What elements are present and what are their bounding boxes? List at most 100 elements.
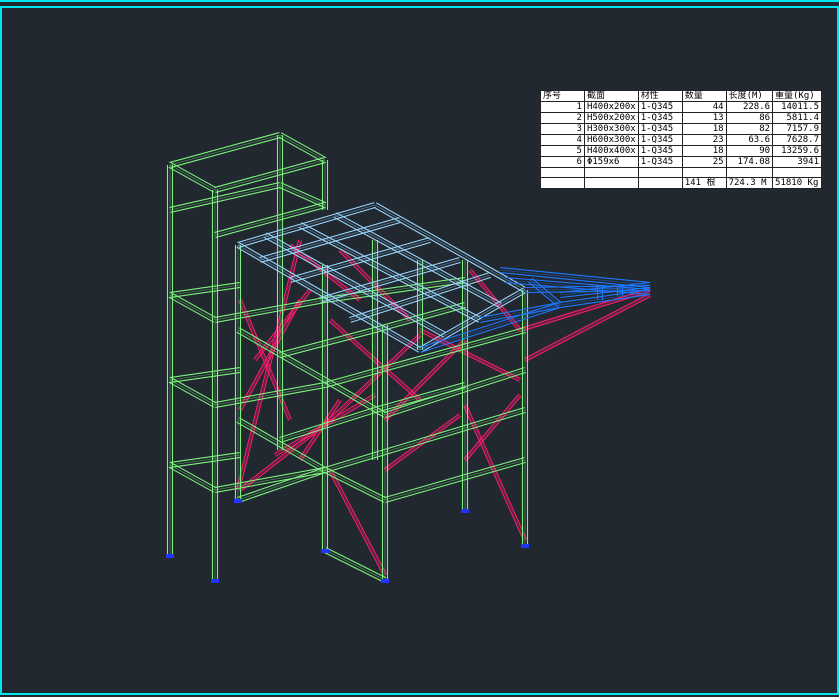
roof-beam-member[interactable]	[259, 219, 401, 261]
brace-member[interactable]	[384, 414, 461, 471]
bom-cell-length: 90	[725, 145, 774, 157]
floor-beam-member[interactable]	[237, 469, 326, 501]
bom-cell-material: 1-Q345	[637, 156, 683, 168]
floor-beam-member[interactable]	[170, 286, 241, 299]
floor-beam-member[interactable]	[214, 381, 325, 404]
bom-cell-section: H400x400x	[583, 145, 639, 157]
floor-beam-member[interactable]	[278, 136, 325, 163]
brace-member[interactable]	[238, 240, 302, 491]
cad-model-viewport[interactable]: 序号 截面 材性 数量 长度(M) 重量(Kg) 1 H400x200x 1-Q…	[0, 0, 839, 697]
bom-row: 3 H300x300x 1-Q345 18 82 7157.9	[540, 123, 822, 135]
floor-beam-member[interactable]	[170, 186, 281, 213]
bom-blank-row	[540, 167, 822, 178]
bom-row: 1 H400x200x 1-Q345 44 228.6 14011.5	[540, 101, 822, 113]
bom-header-weight: 重量(Kg)	[772, 90, 822, 102]
floor-beam-member[interactable]	[169, 366, 240, 379]
floor-beam-member[interactable]	[385, 461, 526, 503]
floor-beam-member[interactable]	[169, 164, 216, 191]
floor-beam-member[interactable]	[279, 184, 326, 206]
bom-blank-cell	[637, 177, 683, 189]
floor-beam-member[interactable]	[169, 454, 241, 466]
floor-beam-member[interactable]	[214, 384, 326, 406]
floor-beam-member[interactable]	[215, 386, 326, 409]
brace-member[interactable]	[300, 400, 342, 462]
floor-beam-member[interactable]	[170, 292, 217, 319]
floor-beam-member[interactable]	[214, 159, 326, 191]
cantilever-beam-member[interactable]	[559, 291, 651, 306]
roof-beam-member[interactable]	[238, 206, 376, 248]
brace-member[interactable]	[328, 470, 385, 576]
floor-beam-member[interactable]	[170, 371, 241, 384]
brace-member[interactable]	[524, 294, 651, 361]
brace-member[interactable]	[240, 300, 302, 411]
floor-beam-member[interactable]	[169, 132, 280, 164]
floor-beam-member[interactable]	[324, 469, 386, 501]
floor-beam-member[interactable]	[238, 471, 326, 503]
brace-member[interactable]	[525, 295, 651, 362]
floor-beam-member[interactable]	[325, 411, 526, 473]
floor-beam-member[interactable]	[280, 411, 376, 443]
floor-beam-member[interactable]	[215, 301, 326, 324]
floor-beam-member[interactable]	[384, 459, 526, 501]
floor-beam-member[interactable]	[323, 551, 385, 583]
bom-cell-no: 3	[540, 123, 585, 135]
floor-beam-member[interactable]	[170, 377, 217, 404]
floor-beam-member[interactable]	[279, 407, 375, 439]
bom-cell-no: 2	[540, 112, 585, 124]
floor-beam-member[interactable]	[169, 451, 240, 464]
floor-beam-member[interactable]	[169, 464, 216, 491]
floor-beam-member[interactable]	[169, 294, 216, 321]
floor-beam-member[interactable]	[280, 331, 376, 358]
bom-total-weight: 51810 Kg	[772, 177, 822, 189]
roof-beam-member[interactable]	[238, 242, 422, 349]
floor-beam-member[interactable]	[215, 161, 326, 193]
floor-beam-member[interactable]	[169, 379, 216, 406]
brace-member[interactable]	[463, 393, 520, 460]
floor-beam-member[interactable]	[169, 184, 281, 211]
floor-beam-member[interactable]	[279, 134, 326, 161]
floor-beam-member[interactable]	[168, 466, 215, 493]
floor-beam-member[interactable]	[375, 386, 466, 413]
base-plate	[166, 554, 174, 558]
floor-beam-member[interactable]	[170, 456, 241, 469]
bom-cell-weight: 5811.4	[772, 112, 822, 124]
brace-member[interactable]	[253, 288, 310, 360]
bom-total-length: 724.3 M	[725, 177, 774, 189]
floor-beam-member[interactable]	[170, 162, 217, 189]
floor-beam-member[interactable]	[170, 136, 281, 168]
floor-beam-member[interactable]	[169, 284, 241, 296]
floor-beam-member[interactable]	[237, 467, 325, 499]
bom-header-section: 截面	[583, 90, 639, 102]
bom-cell-material: 1-Q345	[637, 112, 683, 124]
floor-beam-member[interactable]	[169, 369, 241, 381]
floor-beam-member[interactable]	[384, 369, 526, 416]
floor-beam-member[interactable]	[214, 202, 325, 234]
floor-beam-member[interactable]	[214, 157, 325, 189]
floor-beam-member[interactable]	[280, 182, 327, 204]
floor-beam-member[interactable]	[280, 132, 327, 159]
floor-beam-member[interactable]	[323, 471, 385, 503]
brace-member[interactable]	[330, 469, 387, 575]
bom-blank-cell	[637, 167, 683, 178]
floor-beam-member[interactable]	[214, 466, 325, 489]
floor-beam-member[interactable]	[168, 166, 215, 193]
floor-beam-member[interactable]	[214, 204, 326, 236]
floor-beam-member[interactable]	[169, 281, 240, 294]
roof-beam-member[interactable]	[420, 291, 527, 353]
brace-member[interactable]	[330, 318, 422, 400]
floor-beam-member[interactable]	[169, 182, 280, 209]
floor-beam-member[interactable]	[168, 381, 215, 408]
brace-member[interactable]	[330, 335, 422, 422]
brace-member[interactable]	[519, 289, 651, 331]
floor-beam-member[interactable]	[278, 186, 325, 208]
floor-beam-member[interactable]	[214, 296, 325, 319]
floor-beam-member[interactable]	[169, 134, 281, 166]
floor-beam-member[interactable]	[170, 462, 217, 489]
floor-beam-member[interactable]	[214, 299, 326, 321]
floor-beam-member[interactable]	[324, 327, 525, 384]
brace-member[interactable]	[465, 395, 522, 462]
brace-member[interactable]	[385, 415, 462, 472]
bom-header-no: 序号	[540, 90, 585, 102]
bom-cell-material: 1-Q345	[637, 101, 683, 113]
floor-beam-member[interactable]	[168, 296, 215, 323]
